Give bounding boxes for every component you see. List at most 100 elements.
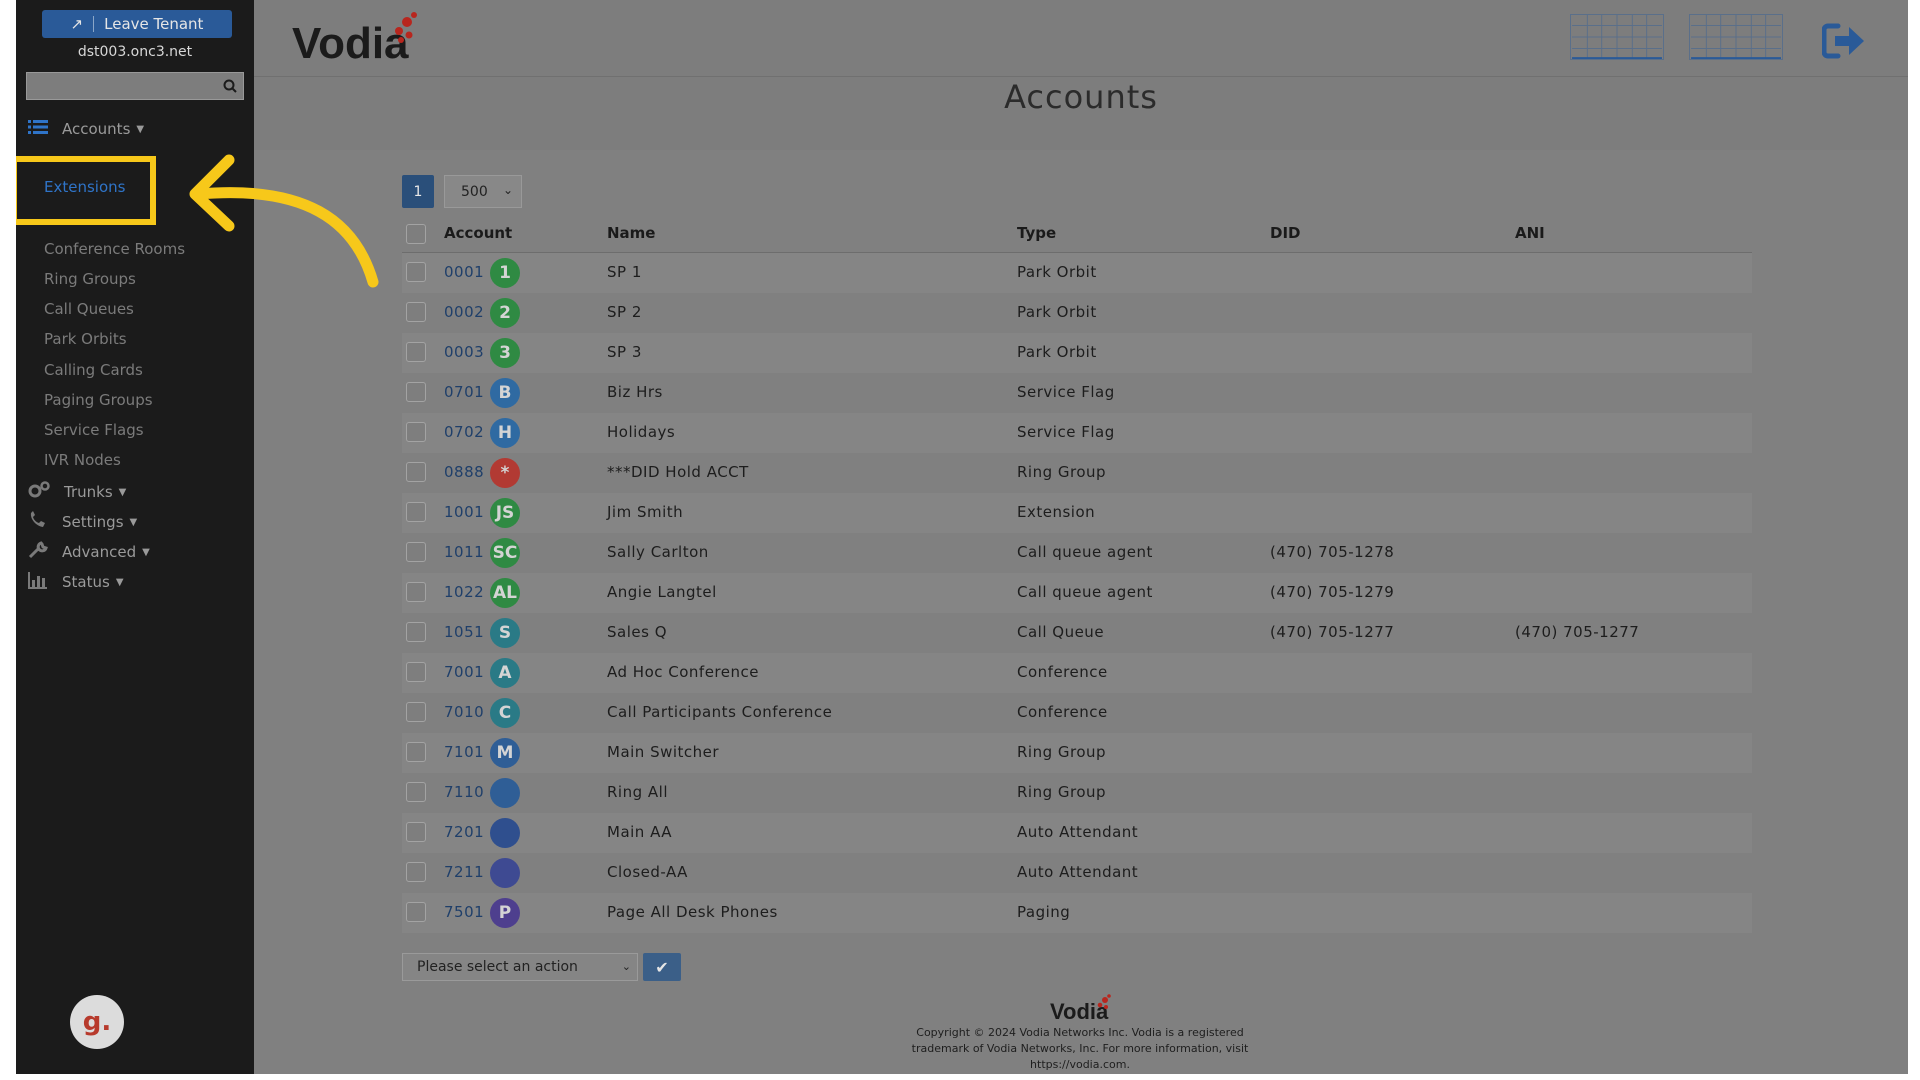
table-row[interactable]: 0702 H Holidays Service Flag	[402, 413, 1752, 453]
footer-logo[interactable]: Vodia	[880, 993, 1280, 1023]
table-row[interactable]: 7101 M Main Switcher Ring Group	[402, 733, 1752, 773]
account-link[interactable]: 0003	[444, 343, 484, 361]
row-checkbox[interactable]	[406, 702, 426, 722]
account-link[interactable]: 7501	[444, 903, 484, 921]
nav-accounts[interactable]: Accounts ▼	[28, 116, 144, 142]
row-checkbox[interactable]	[406, 782, 426, 802]
account-name: Ring All	[607, 783, 668, 801]
sidebar-item-paging-groups[interactable]: Paging Groups	[44, 391, 153, 409]
row-checkbox[interactable]	[406, 862, 426, 882]
vodia-logo[interactable]: Vodia	[292, 10, 422, 70]
account-link[interactable]: 1001	[444, 503, 484, 521]
account-avatar: JS	[490, 498, 520, 528]
account-link[interactable]: 1011	[444, 543, 484, 561]
table-row[interactable]: 7001 A Ad Hoc Conference Conference	[402, 653, 1752, 693]
footer-link[interactable]: https://vodia.com.	[880, 1057, 1280, 1073]
account-link[interactable]: 7110	[444, 783, 484, 801]
sidebar-item-conference-rooms[interactable]: Conference Rooms	[44, 240, 185, 258]
account-name: Biz Hrs	[607, 383, 663, 401]
per-page-select[interactable]: 500 ⌄	[444, 175, 522, 208]
account-link[interactable]: 7010	[444, 703, 484, 721]
row-checkbox[interactable]	[406, 382, 426, 402]
sidebar-item-ring-groups[interactable]: Ring Groups	[44, 270, 136, 288]
account-avatar: *	[490, 458, 520, 488]
account-link[interactable]: 0001	[444, 263, 484, 281]
account-link[interactable]: 7211	[444, 863, 484, 881]
nav-status[interactable]: Status ▼	[28, 569, 124, 595]
sidebar-item-call-queues[interactable]: Call Queues	[44, 300, 134, 318]
row-checkbox[interactable]	[406, 502, 426, 522]
sidebar-item-calling-cards[interactable]: Calling Cards	[44, 361, 143, 379]
action-select[interactable]: Please select an action ⌄	[402, 953, 638, 981]
assistant-avatar[interactable]: g.	[70, 995, 124, 1049]
table-row[interactable]: 0002 2 SP 2 Park Orbit	[402, 293, 1752, 333]
account-link[interactable]: 1051	[444, 623, 484, 641]
col-type[interactable]: Type	[1017, 224, 1056, 242]
table-row[interactable]: 7010 C Call Participants Conference Confere…	[402, 693, 1752, 733]
account-link[interactable]: 0701	[444, 383, 484, 401]
grid-icon[interactable]	[1689, 14, 1783, 60]
leave-tenant-button[interactable]: ↗ Leave Tenant	[42, 10, 232, 38]
logout-icon[interactable]	[1821, 22, 1866, 64]
table-row[interactable]: 0003 3 SP 3 Park Orbit	[402, 333, 1752, 373]
account-avatar: A	[490, 658, 520, 688]
sidebar-item-ivr-nodes[interactable]: IVR Nodes	[44, 451, 121, 469]
row-checkbox[interactable]	[406, 622, 426, 642]
table-row[interactable]: 1051 S Sales Q Call Queue (470) 705-1277 (470…	[402, 613, 1752, 653]
chevron-down-icon: ⌄	[502, 183, 513, 197]
table-row[interactable]: 7110 Ring All Ring Group	[402, 773, 1752, 813]
row-checkbox[interactable]	[406, 422, 426, 442]
grid-icon[interactable]	[1570, 14, 1664, 60]
sidebar-search-input[interactable]	[26, 72, 244, 100]
col-ani[interactable]: ANI	[1515, 224, 1545, 242]
account-link[interactable]: 0888	[444, 463, 484, 481]
sidebar-item-park-orbits[interactable]: Park Orbits	[44, 330, 127, 348]
row-checkbox[interactable]	[406, 542, 426, 562]
account-type: Conference	[1017, 663, 1108, 681]
table-row[interactable]: 0001 1 SP 1 Park Orbit	[402, 253, 1752, 293]
account-type: Park Orbit	[1017, 263, 1097, 281]
col-did[interactable]: DID	[1270, 224, 1300, 242]
nav-trunks[interactable]: Trunks ▼	[28, 479, 126, 505]
row-checkbox[interactable]	[406, 462, 426, 482]
row-checkbox[interactable]	[406, 822, 426, 842]
col-account[interactable]: Account	[444, 224, 512, 242]
account-avatar	[490, 818, 520, 848]
nav-advanced[interactable]: Advanced ▼	[28, 539, 150, 565]
account-type: Call Queue	[1017, 623, 1105, 641]
apply-action-button[interactable]: ✔	[643, 953, 681, 981]
sidebar-item-service-flags[interactable]: Service Flags	[44, 421, 144, 439]
row-checkbox[interactable]	[406, 342, 426, 362]
select-all-checkbox[interactable]	[406, 224, 426, 244]
row-checkbox[interactable]	[406, 262, 426, 282]
table-row[interactable]: 0888 * ***DID Hold ACCT Ring Group	[402, 453, 1752, 493]
row-checkbox[interactable]	[406, 582, 426, 602]
account-link[interactable]: 7101	[444, 743, 484, 761]
accounts-table: Account Name Type DID ANI 0001 1 SP 1 Park …	[402, 218, 1752, 933]
table-row[interactable]: 0701 B Biz Hrs Service Flag	[402, 373, 1752, 413]
account-link[interactable]: 7201	[444, 823, 484, 841]
account-link[interactable]: 7001	[444, 663, 484, 681]
col-name[interactable]: Name	[607, 224, 655, 242]
table-row[interactable]: 1001 JS Jim Smith Extension	[402, 493, 1752, 533]
table-row[interactable]: 1022 AL Angie Langtel Call queue agent (470)…	[402, 573, 1752, 613]
table-row[interactable]: 7211 Closed-AA Auto Attendant	[402, 853, 1752, 893]
table-row[interactable]: 7201 Main AA Auto Attendant	[402, 813, 1752, 853]
row-checkbox[interactable]	[406, 662, 426, 682]
account-link[interactable]: 0002	[444, 303, 484, 321]
table-row[interactable]: 1011 SC Sally Carlton Call queue agent (470)…	[402, 533, 1752, 573]
account-name: Holidays	[607, 423, 676, 441]
per-page-value: 500	[461, 183, 488, 200]
footer-line: trademark of Vodia Networks, Inc. For mo…	[911, 1042, 1249, 1055]
row-checkbox[interactable]	[406, 742, 426, 762]
nav-settings[interactable]: Settings ▼	[28, 509, 137, 535]
account-link[interactable]: 1022	[444, 583, 484, 601]
page-1-button[interactable]: 1	[402, 175, 434, 208]
row-checkbox[interactable]	[406, 902, 426, 922]
wrench-icon	[28, 541, 48, 563]
account-type: Auto Attendant	[1017, 823, 1139, 841]
row-checkbox[interactable]	[406, 302, 426, 322]
account-link[interactable]: 0702	[444, 423, 484, 441]
table-row[interactable]: 7501 P Page All Desk Phones Paging	[402, 893, 1752, 933]
search-icon[interactable]	[223, 78, 237, 97]
